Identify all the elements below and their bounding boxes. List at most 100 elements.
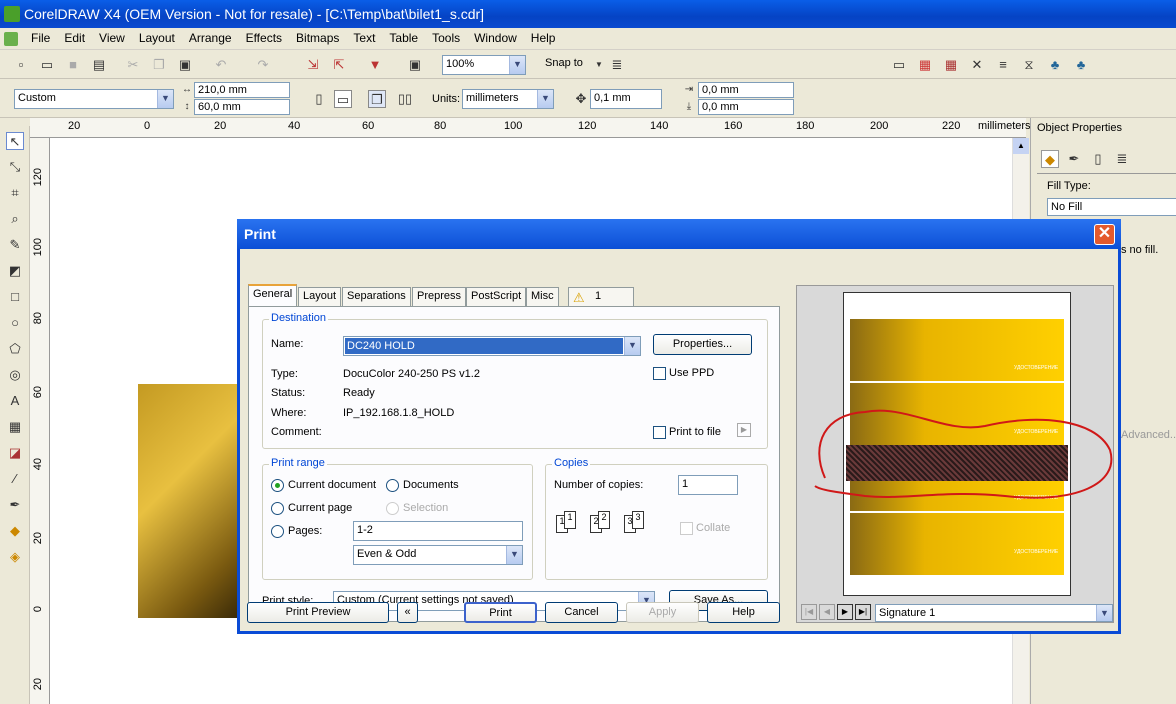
welcome-screen-icon[interactable]: ▣ bbox=[406, 56, 424, 74]
collapse-preview-icon[interactable]: « bbox=[397, 602, 418, 623]
pages-radio[interactable] bbox=[271, 525, 284, 538]
view-manager-icon[interactable]: ▭ bbox=[890, 56, 908, 74]
page-preset-select[interactable]: Custom ▼ bbox=[14, 89, 174, 109]
building-photo[interactable] bbox=[138, 384, 238, 618]
menu-help[interactable]: Help bbox=[524, 28, 563, 48]
menu-bitmaps[interactable]: Bitmaps bbox=[289, 28, 346, 48]
document-icon[interactable] bbox=[4, 31, 18, 46]
tab-layout[interactable]: Layout bbox=[298, 287, 342, 306]
signature-select[interactable]: Signature 1 ▼ bbox=[875, 604, 1113, 622]
cut-icon[interactable]: ✂ bbox=[124, 56, 142, 74]
zoom-level-select[interactable]: 100% ▼ bbox=[442, 55, 526, 75]
color-styles-icon[interactable]: ▦ bbox=[942, 56, 960, 74]
portrait-icon[interactable]: ▯ bbox=[310, 90, 328, 108]
snap-to-button[interactable]: Snap to bbox=[545, 57, 583, 69]
menu-edit[interactable]: Edit bbox=[57, 28, 92, 48]
print-button[interactable]: Print bbox=[464, 602, 537, 623]
use-ppd-checkbox[interactable] bbox=[653, 367, 666, 380]
basic-shapes-icon[interactable]: ◎ bbox=[6, 366, 24, 384]
ellipse-tool-icon[interactable]: ○ bbox=[6, 314, 24, 332]
crop-tool-icon[interactable]: ⌗ bbox=[6, 184, 24, 202]
undo-icon[interactable]: ↶ bbox=[212, 56, 230, 74]
nudge-distance-field[interactable]: 0,1 mm bbox=[590, 89, 662, 109]
fill-type-select[interactable]: No Fill bbox=[1047, 198, 1176, 216]
table-tool-icon[interactable]: ▦ bbox=[6, 418, 24, 436]
menu-layout[interactable]: Layout bbox=[132, 28, 182, 48]
smart-fill-icon[interactable]: ◩ bbox=[6, 262, 24, 280]
duplicate-y-field[interactable]: 0,0 mm bbox=[698, 99, 794, 115]
symbol-manager-icon[interactable]: ♣ bbox=[1046, 56, 1064, 74]
rectangle-tool-icon[interactable]: □ bbox=[6, 288, 24, 306]
print-icon[interactable]: ▤ bbox=[90, 56, 108, 74]
paste-icon[interactable]: ▣ bbox=[176, 56, 194, 74]
fill-tool-icon[interactable]: ◆ bbox=[6, 522, 24, 540]
current-page-icon[interactable]: ▯▯ bbox=[396, 90, 414, 108]
current-document-radio[interactable] bbox=[271, 479, 284, 492]
printer-name-select[interactable]: DC240 HOLD ▼ bbox=[343, 336, 641, 356]
page-width-field[interactable]: 210,0 mm bbox=[194, 82, 290, 98]
copy-icon[interactable]: ❐ bbox=[150, 56, 168, 74]
menu-file[interactable]: File bbox=[24, 28, 57, 48]
page-height-field[interactable]: 60,0 mm bbox=[194, 99, 290, 115]
prev-page-icon[interactable]: ◀ bbox=[819, 604, 835, 620]
hourglass-icon[interactable]: ⧖ bbox=[1020, 56, 1038, 74]
zoom-tool-icon[interactable]: ⌕ bbox=[6, 210, 24, 228]
tab-postscript[interactable]: PostScript bbox=[466, 287, 527, 306]
landscape-icon[interactable]: ▭ bbox=[334, 90, 352, 108]
import-icon[interactable]: ⇲ bbox=[304, 56, 322, 74]
general-tab-icon[interactable]: ▯ bbox=[1089, 150, 1107, 168]
interactive-tool-icon[interactable]: ◪ bbox=[6, 444, 24, 462]
outline-tab-icon[interactable]: ✒ bbox=[1065, 150, 1083, 168]
next-page-icon[interactable]: ▶ bbox=[837, 604, 853, 620]
open-icon[interactable]: ▭ bbox=[38, 56, 56, 74]
object-manager-icon[interactable]: ♣ bbox=[1072, 56, 1090, 74]
number-of-copies-field[interactable]: 1 bbox=[678, 475, 738, 495]
eyedropper-tool-icon[interactable]: ⁄ bbox=[6, 470, 24, 488]
redo-icon[interactable]: ↷ bbox=[254, 56, 272, 74]
collate-checkbox[interactable] bbox=[680, 522, 693, 535]
shape-tool-icon[interactable]: ⤡ bbox=[6, 158, 24, 176]
print-to-file-checkbox[interactable] bbox=[653, 426, 666, 439]
cancel-button[interactable]: Cancel bbox=[545, 602, 618, 623]
print-preview-button[interactable]: Print Preview bbox=[247, 602, 389, 623]
interactive-fill-icon[interactable]: ◈ bbox=[6, 548, 24, 566]
documents-radio[interactable] bbox=[386, 479, 399, 492]
tab-issues[interactable]: ⚠ 1 Issue bbox=[568, 287, 634, 319]
menu-window[interactable]: Window bbox=[467, 28, 524, 48]
application-launcher-icon[interactable]: ▼ bbox=[366, 56, 384, 74]
properties-button[interactable]: Properties... bbox=[653, 334, 752, 355]
tab-separations[interactable]: Separations bbox=[342, 287, 411, 306]
menu-table[interactable]: Table bbox=[382, 28, 425, 48]
menu-view[interactable]: View bbox=[92, 28, 132, 48]
internet-tab-icon[interactable]: ≣ bbox=[1113, 150, 1131, 168]
menu-tools[interactable]: Tools bbox=[425, 28, 467, 48]
first-page-icon[interactable]: |◀ bbox=[801, 604, 817, 620]
new-document-icon[interactable]: ▫ bbox=[12, 56, 30, 74]
close-icon[interactable]: ✕ bbox=[1094, 224, 1115, 245]
current-page-radio[interactable] bbox=[271, 502, 284, 515]
outline-tool-icon[interactable]: ✒ bbox=[6, 496, 24, 514]
duplicate-x-field[interactable]: 0,0 mm bbox=[698, 82, 794, 98]
units-select[interactable]: millimeters ▼ bbox=[462, 89, 554, 109]
freehand-tool-icon[interactable]: ✎ bbox=[6, 236, 24, 254]
menu-effects[interactable]: Effects bbox=[239, 28, 289, 48]
color-palette-icon[interactable]: ▦ bbox=[916, 56, 934, 74]
pick-tool-icon[interactable]: ↖ bbox=[6, 132, 24, 150]
play-icon[interactable]: ▶ bbox=[737, 423, 751, 437]
export-icon[interactable]: ⇱ bbox=[330, 56, 348, 74]
transform-icon[interactable]: ✕ bbox=[968, 56, 986, 74]
last-page-icon[interactable]: ▶| bbox=[855, 604, 871, 620]
text-properties-icon[interactable]: ≡ bbox=[994, 56, 1012, 74]
menu-arrange[interactable]: Arrange bbox=[182, 28, 239, 48]
help-button[interactable]: Help bbox=[707, 602, 780, 623]
selection-radio[interactable] bbox=[386, 502, 399, 515]
fill-tab-icon[interactable]: ◆ bbox=[1041, 150, 1059, 168]
options-icon[interactable]: ≣ bbox=[608, 56, 626, 74]
polygon-tool-icon[interactable]: ⬠ bbox=[6, 340, 24, 358]
even-odd-select[interactable]: Even & Odd ▼ bbox=[353, 545, 523, 565]
apply-button[interactable]: Apply bbox=[626, 602, 699, 623]
scroll-up-icon[interactable]: ▲ bbox=[1013, 138, 1029, 154]
advanced-button[interactable]: Advanced... bbox=[1121, 429, 1176, 441]
pages-input[interactable]: 1-2 bbox=[353, 521, 523, 541]
tab-prepress[interactable]: Prepress bbox=[412, 287, 467, 306]
